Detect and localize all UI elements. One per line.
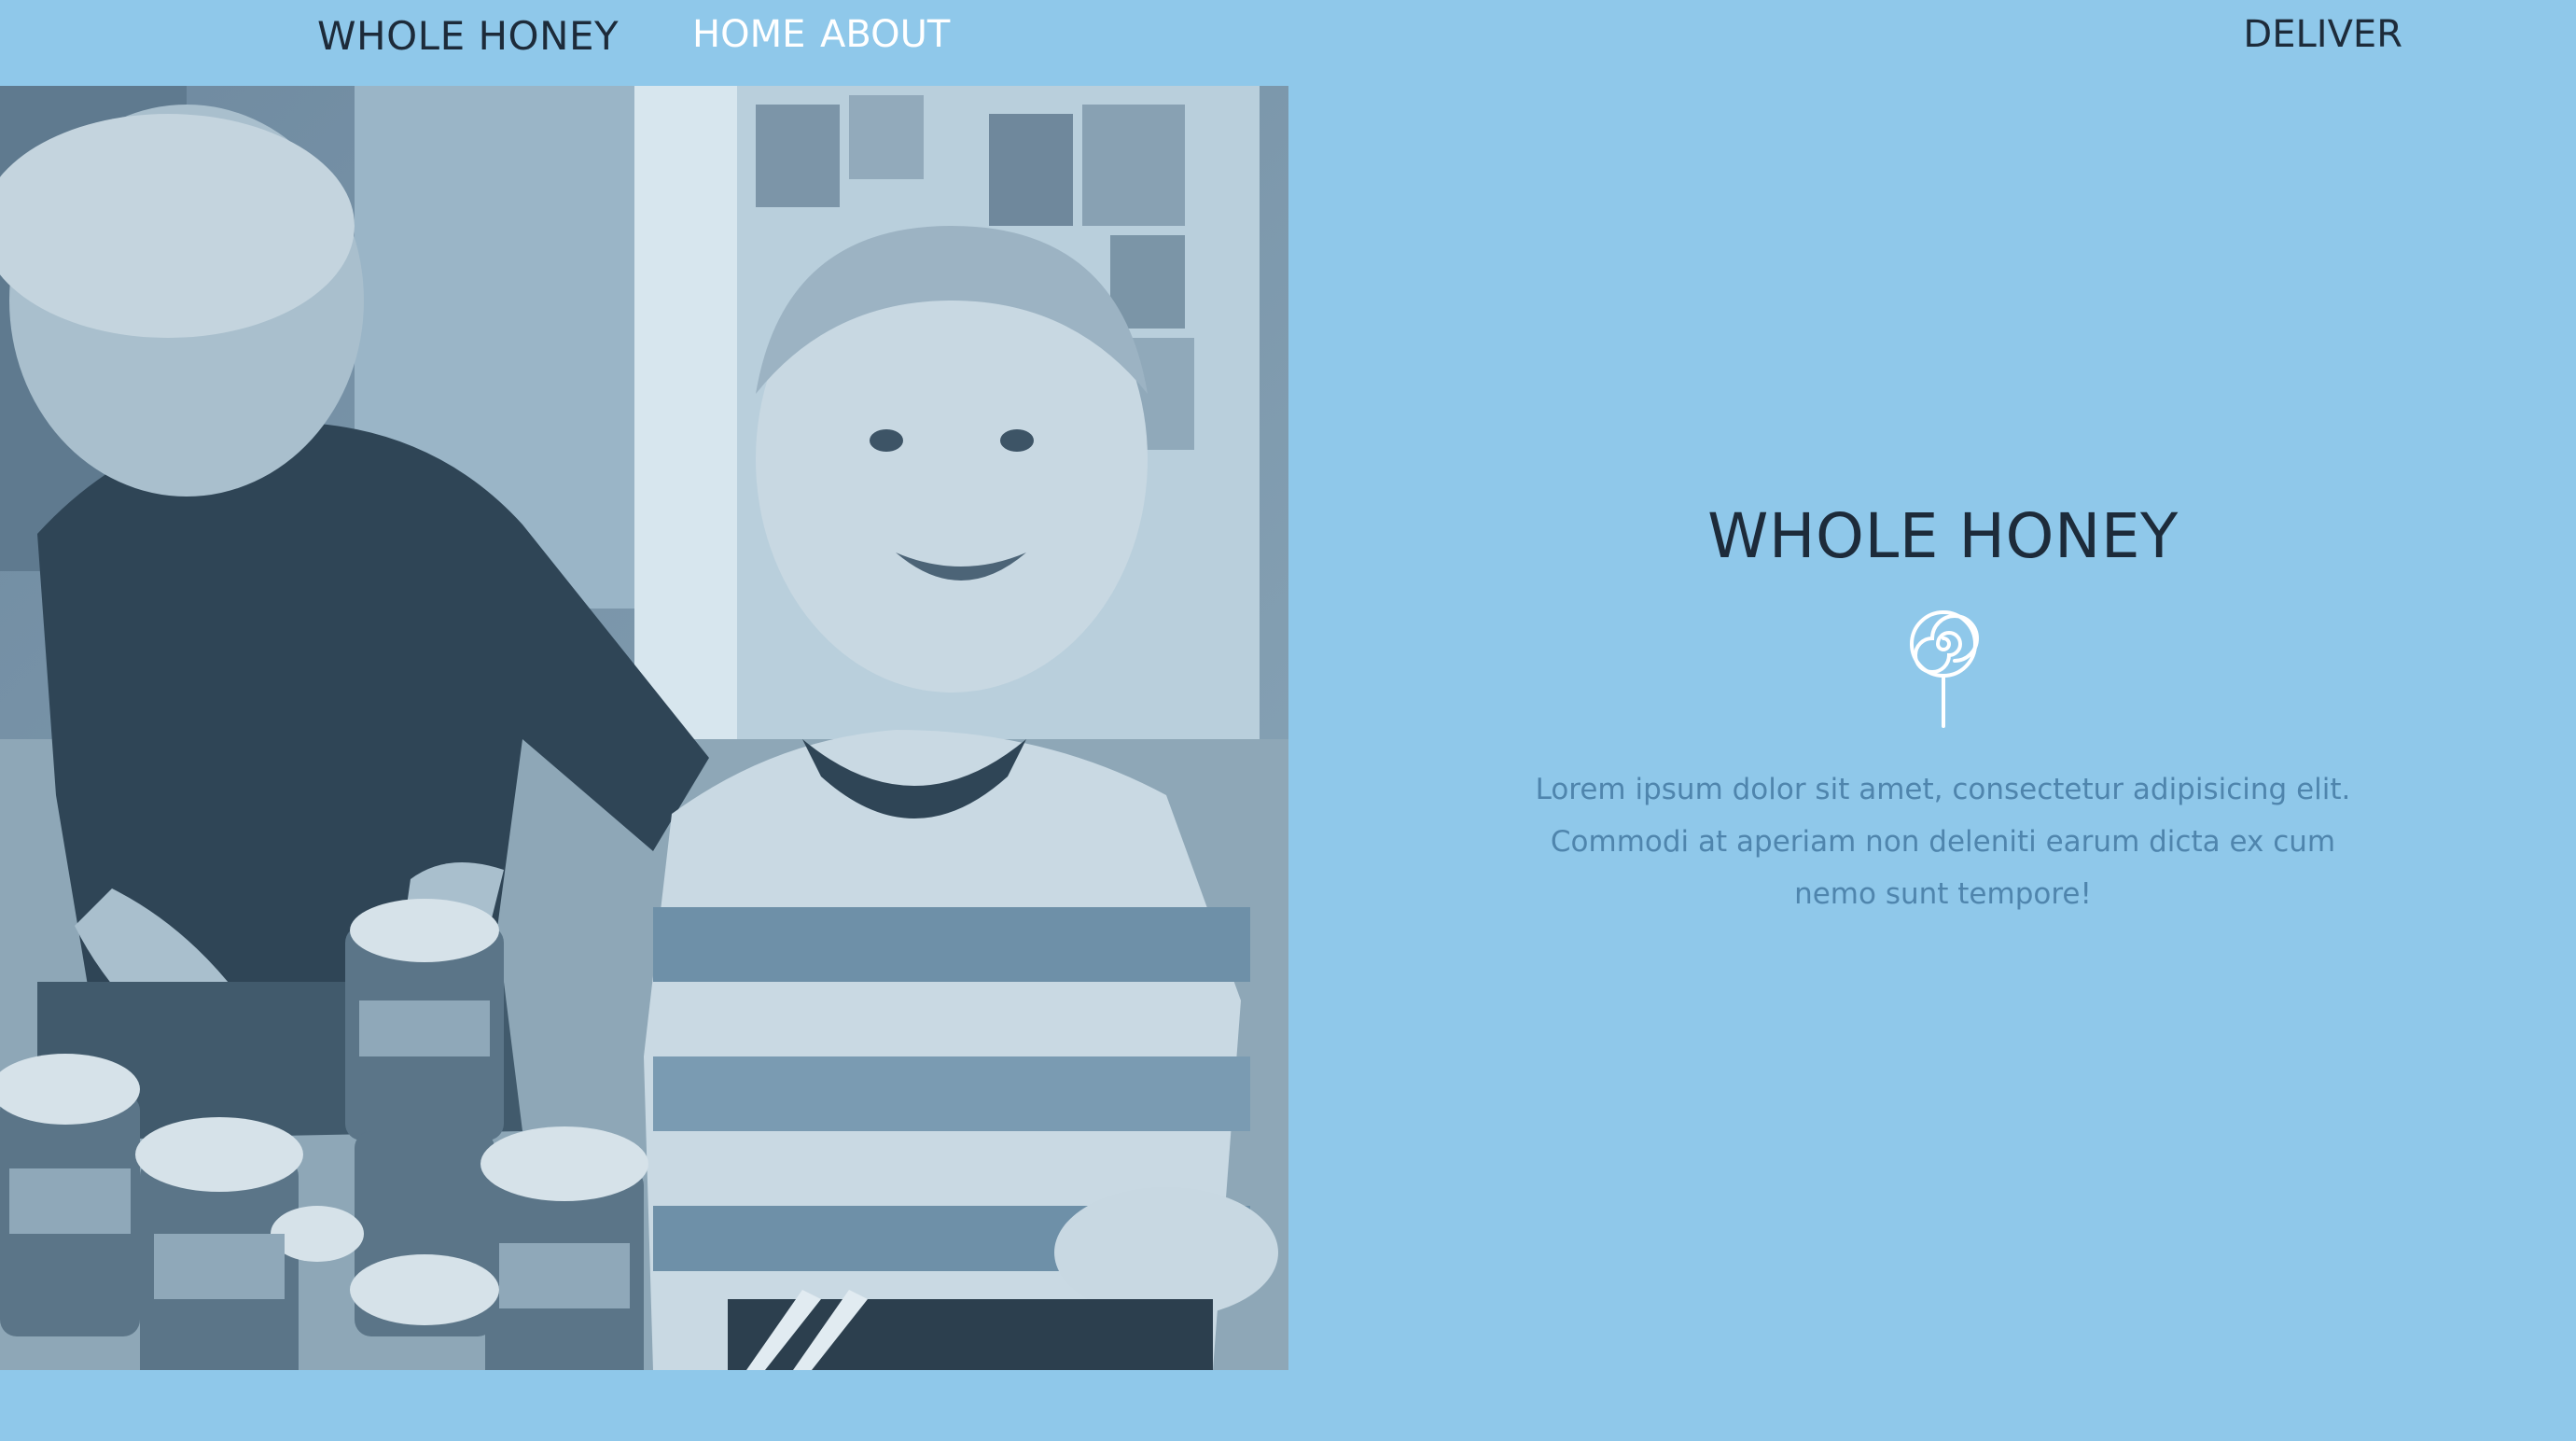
hero-photo bbox=[0, 86, 1288, 1370]
brand-logo-link[interactable]: WHOLE HONEY bbox=[317, 13, 619, 59]
nav-link-about[interactable]: ABOUT bbox=[820, 13, 950, 56]
lollipop-icon bbox=[1909, 610, 1979, 728]
nav-link-deliver[interactable]: DELIVER bbox=[2243, 13, 2402, 56]
nav-link-home[interactable]: HOME bbox=[692, 13, 805, 56]
hero-content: WHOLE HONEY Lorem ipsum dolor sit amet, … bbox=[1493, 495, 2393, 920]
hero-photo-illustration bbox=[0, 86, 1288, 1370]
hero-paragraph: Lorem ipsum dolor sit amet, consectetur … bbox=[1535, 773, 2351, 911]
top-navigation: WHOLE HONEY HOME ABOUT DELIVER bbox=[0, 0, 2576, 86]
hero-title: WHOLE HONEY bbox=[1707, 500, 2179, 572]
